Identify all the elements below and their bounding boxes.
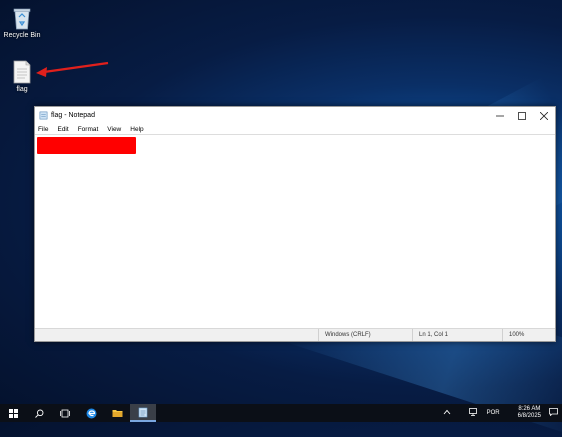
task-view-icon: [60, 409, 70, 417]
maximize-button[interactable]: [511, 107, 533, 124]
desktop-icon-recycle-bin[interactable]: Recycle Bin: [0, 6, 44, 39]
redacted-content: [37, 137, 136, 154]
clock-time: 8:26 AM: [518, 406, 541, 412]
file-explorer-button[interactable]: [104, 404, 130, 422]
minimize-button[interactable]: [489, 107, 511, 124]
menu-file[interactable]: File: [38, 126, 48, 133]
text-editor-area[interactable]: [35, 134, 555, 329]
network-button[interactable]: [468, 408, 479, 418]
text-file-icon: [13, 60, 31, 84]
menu-format[interactable]: Format: [78, 126, 99, 133]
status-bar: Windows (CRLF) Ln 1, Col 1 100%: [35, 328, 555, 341]
menu-help[interactable]: Help: [130, 126, 143, 133]
clock-date: 6/8/2025: [517, 413, 541, 419]
status-position: Ln 1, Col 1: [412, 329, 502, 341]
status-zoom: 100%: [502, 329, 555, 341]
start-button[interactable]: [0, 404, 26, 422]
network-icon: [468, 408, 477, 416]
system-tray: POR 8:26 AM 6/8/2025: [439, 404, 562, 422]
notifications-button[interactable]: [549, 408, 558, 418]
edge-button[interactable]: [78, 404, 104, 422]
menu-edit[interactable]: Edit: [57, 126, 68, 133]
notepad-app-icon: [39, 111, 48, 120]
taskbar: POR 8:26 AM 6/8/2025: [0, 404, 562, 422]
annotation-arrow: [36, 61, 109, 77]
clock[interactable]: 8:26 AM 6/8/2025: [518, 406, 541, 420]
chevron-up-icon: [443, 409, 450, 415]
notifications-icon: [549, 408, 558, 417]
notepad-taskbar-button[interactable]: [130, 404, 156, 422]
file-explorer-icon: [112, 410, 122, 417]
input-language[interactable]: POR: [487, 410, 500, 416]
edge-icon: [86, 408, 96, 418]
start-icon: [8, 408, 18, 418]
status-line-ending: Windows (CRLF): [318, 329, 412, 341]
close-icon: [540, 111, 548, 120]
flag-file-label: flag: [16, 86, 28, 93]
maximize-icon: [518, 111, 526, 120]
search-icon: [34, 409, 43, 418]
close-button[interactable]: [533, 107, 555, 124]
search-button[interactable]: [26, 404, 52, 422]
menu-view[interactable]: View: [107, 126, 121, 133]
notepad-icon: [138, 407, 148, 417]
recycle-bin-icon: [13, 8, 31, 30]
window-title: flag - Notepad: [51, 112, 95, 119]
show-hidden-icons-button[interactable]: [443, 409, 451, 417]
minimize-icon: [496, 115, 504, 116]
title-bar[interactable]: flag - Notepad: [35, 107, 555, 124]
menu-bar: File Edit Format View Help: [35, 124, 555, 134]
recycle-bin-label: Recycle Bin: [3, 32, 41, 39]
task-view-button[interactable]: [52, 404, 78, 422]
notepad-window[interactable]: flag - Notepad File Edit Format View Hel…: [34, 106, 556, 342]
